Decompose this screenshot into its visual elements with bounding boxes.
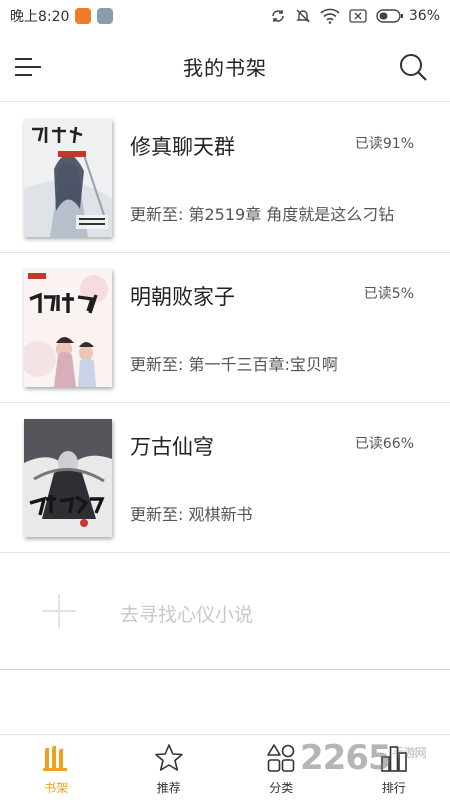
latest-chapter: 更新至: 观棋新书 [130,505,253,524]
sim-icon [349,9,367,23]
message-notification-icon [97,8,114,24]
menu-icon[interactable] [14,56,42,78]
wifi-icon [320,8,340,24]
app-header: 我的书架 [0,32,450,102]
find-novel-button[interactable]: 去寻找心仪小说 [0,552,450,670]
plus-icon [42,594,76,628]
read-progress: 已读91% [354,136,414,152]
tab-recommend[interactable]: 推荐 [113,735,226,800]
read-progress: 已读5% [363,286,414,302]
app-notification-icon [75,8,92,24]
tab-label: 排行 [381,781,406,795]
tab-label: 分类 [269,781,294,795]
battery-icon [376,9,403,23]
battery-level: 36% [408,8,440,24]
bookshelf-icon [43,745,68,771]
watermark-sub: 手游网 [392,746,427,760]
status-time: 晚上8:20 [10,9,70,25]
read-progress: 已读66% [354,436,414,452]
book-item[interactable]: 明朝败家子 已读5% 更新至: 第一千三百章:宝贝啊 [0,253,450,403]
search-icon[interactable] [398,52,428,82]
star-icon [154,744,183,771]
book-cover [24,419,112,537]
latest-chapter: 更新至: 第一千三百章:宝贝啊 [130,355,338,374]
mute-icon [296,9,310,23]
book-title: 万古仙穹 [130,435,214,459]
page-title: 我的书架 [183,56,267,80]
latest-chapter: 更新至: 第2519章 角度就是这么刁钻 [130,205,395,224]
watermark-number: 2265 [300,738,392,778]
sync-icon [272,10,284,22]
battery: 36% [376,8,440,24]
tab-label: 书架 [44,781,69,795]
book-item[interactable]: 万古仙穹 已读66% 更新至: 观棋新书 [0,403,450,553]
book-title: 修真聊天群 [130,135,235,159]
book-cover [24,269,112,387]
find-novel-label: 去寻找心仪小说 [120,604,254,626]
book-cover [24,119,112,237]
tab-label: 推荐 [156,781,181,795]
book-item[interactable]: 修真聊天群 已读91% 更新至: 第2519章 角度就是这么刁钻 [0,103,450,253]
tab-bookshelf[interactable]: 书架 [0,735,113,800]
watermark: 2265 手游网 [300,738,427,778]
status-bar: 晚上8:20 36% [0,0,450,32]
book-title: 明朝败家子 [130,285,235,309]
category-icon [267,744,295,772]
